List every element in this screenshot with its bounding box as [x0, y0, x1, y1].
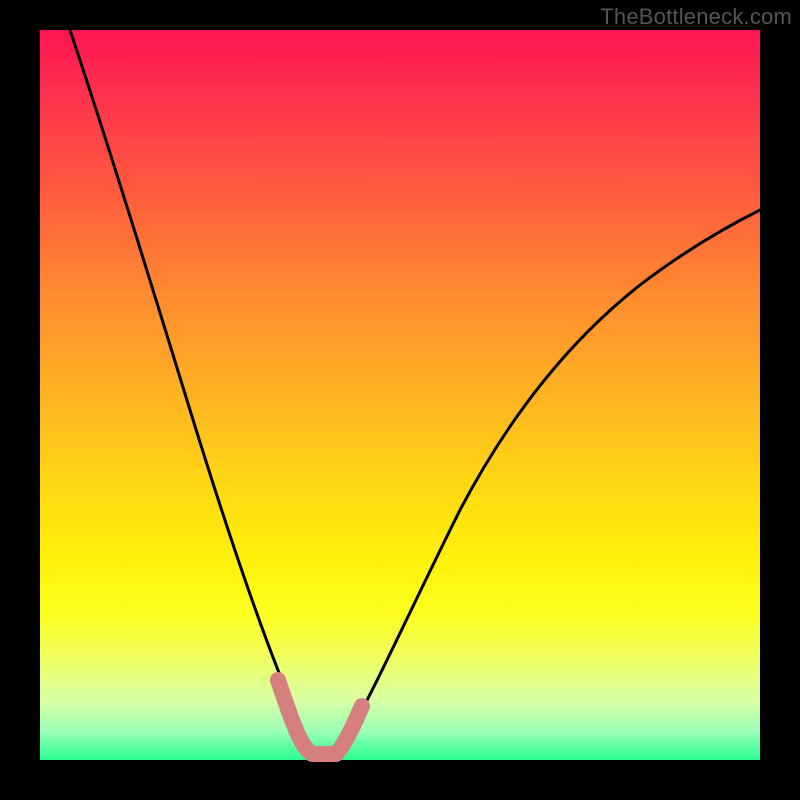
right-curve — [340, 210, 760, 750]
watermark-text: TheBottleneck.com — [600, 4, 792, 30]
plot-area — [40, 30, 760, 760]
chart-frame: TheBottleneck.com — [0, 0, 800, 800]
bump-overlay — [278, 680, 362, 754]
left-curve — [70, 30, 308, 746]
curves-svg — [40, 30, 760, 760]
